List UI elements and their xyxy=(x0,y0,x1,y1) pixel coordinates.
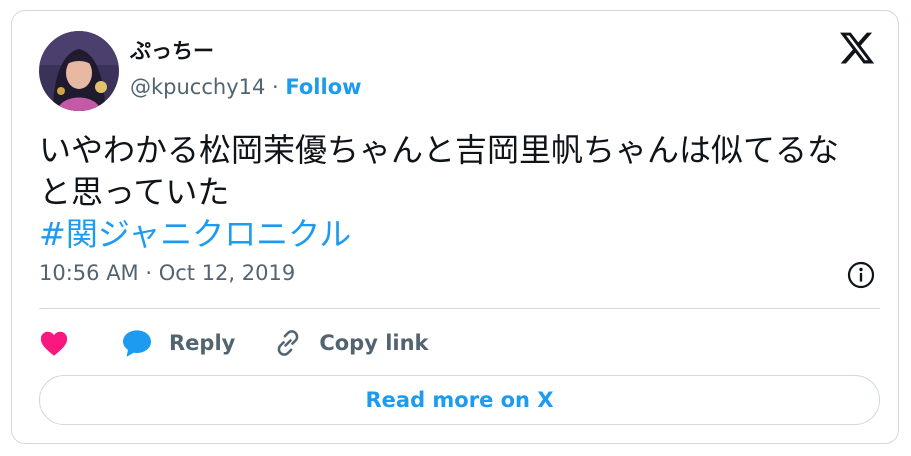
timestamp[interactable]: 10:56 AM · Oct 12, 2019 xyxy=(39,261,295,285)
tweet-text-line: いやわかる松岡茉優ちゃんと吉岡里帆ちゃんは似てるな xyxy=(39,131,840,169)
reply-button[interactable]: Reply xyxy=(121,328,235,358)
info-icon[interactable] xyxy=(846,260,876,290)
divider xyxy=(39,308,880,309)
link-icon xyxy=(278,330,299,356)
tweet-card: ぷっちー @kpucchy14 · Follow いやわかる松岡茉優ちゃんと吉岡… xyxy=(11,10,899,444)
heart-icon xyxy=(40,331,68,356)
read-more-label: Read more on X xyxy=(365,388,554,412)
avatar[interactable] xyxy=(39,31,119,111)
follow-link[interactable]: Follow xyxy=(285,75,361,99)
tweet-text-line: と思っていた xyxy=(39,173,230,211)
avatar-image xyxy=(39,31,119,111)
action-bar: Reply Copy link xyxy=(39,321,429,365)
separator: · xyxy=(265,75,286,99)
copy-link-button[interactable]: Copy link xyxy=(273,328,429,358)
copy-link-label: Copy link xyxy=(319,331,429,355)
read-more-button[interactable]: Read more on X xyxy=(39,375,880,425)
like-button[interactable] xyxy=(39,329,69,357)
reply-label: Reply xyxy=(169,331,236,355)
handle[interactable]: @kpucchy14 xyxy=(130,75,265,99)
tweet-text: いやわかる松岡茉優ちゃんと吉岡里帆ちゃんは似てるな と思っていた #関ジャニクロ… xyxy=(39,129,869,255)
hashtag-link[interactable]: #関ジャニクロニクル xyxy=(39,213,869,255)
x-logo-icon[interactable] xyxy=(838,29,876,67)
display-name[interactable]: ぷっちー xyxy=(130,35,214,65)
handle-row: @kpucchy14 · Follow xyxy=(130,75,362,99)
speech-bubble-icon xyxy=(123,330,151,357)
